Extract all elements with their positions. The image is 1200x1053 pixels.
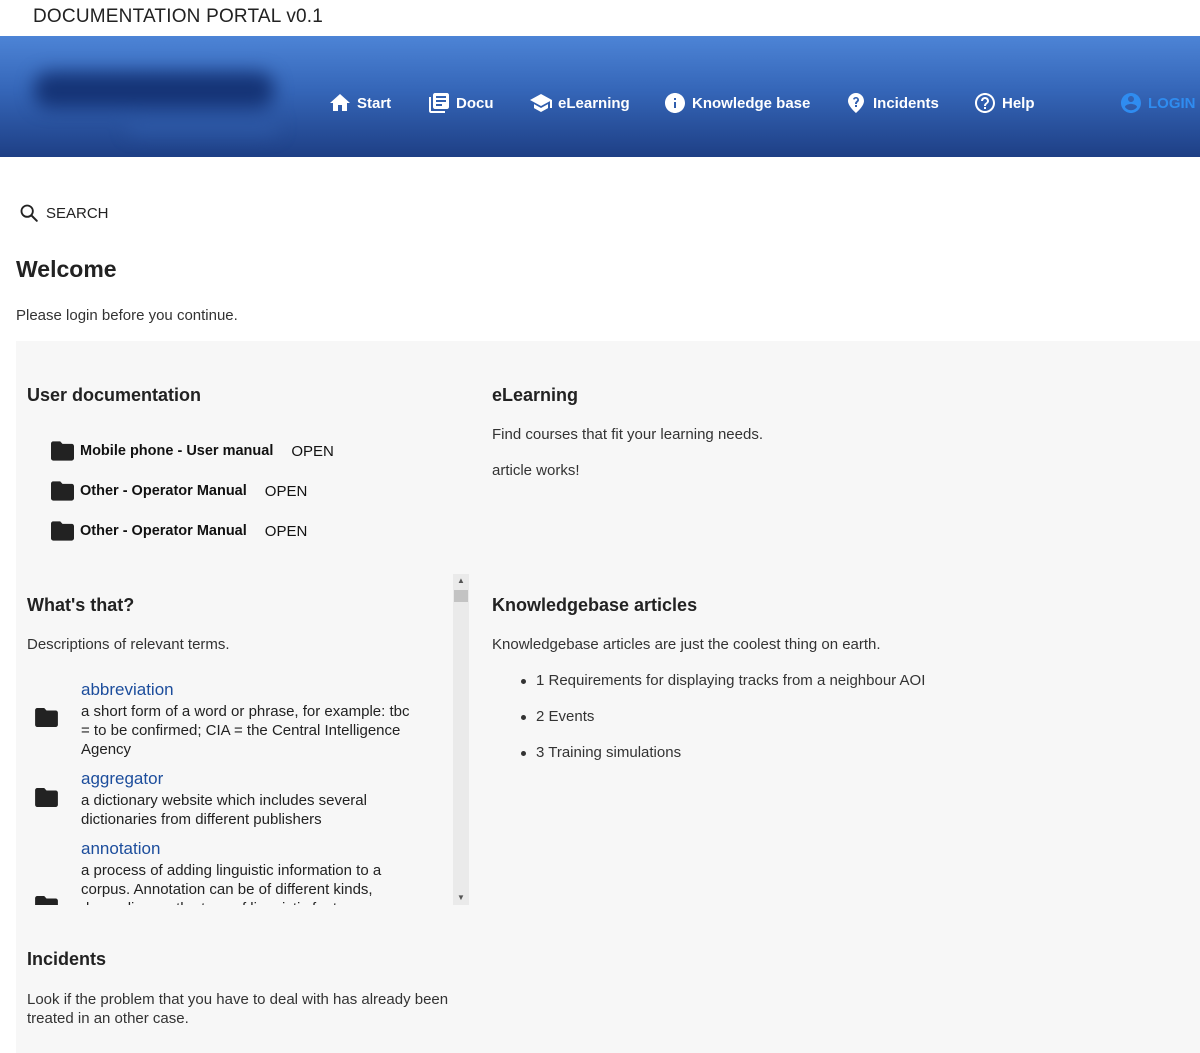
login-button[interactable]: LOGIN [1119, 88, 1196, 118]
nav-docu[interactable]: Docu [427, 88, 494, 118]
header-banner: Start Docu eLearning Knowledge base Inci… [0, 36, 1200, 157]
kb-article-link[interactable]: 2 Events [492, 707, 932, 727]
search-label: SEARCH [46, 204, 109, 222]
doc-item: Other - Operator Manual OPEN [51, 520, 307, 542]
elearning-title: eLearning [492, 385, 579, 405]
doc-open-button[interactable]: OPEN [265, 483, 308, 500]
search-icon [20, 204, 38, 222]
incidents-title: Incidents [27, 949, 107, 969]
info-icon [665, 93, 685, 113]
nav-docu-label: Docu [456, 94, 494, 112]
account-circle-icon [1121, 93, 1141, 113]
kb-article-link[interactable]: 3 Training simulations [492, 743, 932, 763]
kb-article-link[interactable]: 1 Requirements for displaying tracks fro… [492, 671, 932, 691]
doc-item: Other - Operator Manual OPEN [51, 480, 307, 502]
doc-open-button[interactable]: OPEN [265, 523, 308, 540]
main-nav: Start Docu eLearning Knowledge base Inci… [0, 88, 1200, 118]
terms-scrollbar[interactable]: ▲ ▼ [453, 574, 469, 905]
nav-start[interactable]: Start [328, 88, 391, 118]
term-link[interactable]: aggregator [81, 769, 163, 789]
knowledgebase-title: Knowledgebase articles [492, 595, 698, 615]
nav-help[interactable]: Help [973, 88, 1035, 118]
graduation-cap-icon [530, 94, 552, 112]
whats-that-text: Descriptions of relevant terms. [27, 636, 230, 653]
question-marker-icon [848, 93, 864, 113]
doc-name: Other - Operator Manual [80, 483, 247, 499]
elearning-note: article works! [492, 462, 580, 479]
search-button[interactable]: SEARCH [18, 201, 109, 225]
user-docs-title: User documentation [27, 385, 202, 405]
term-description: a dictionary website which includes seve… [81, 792, 367, 828]
elearning-text: Find courses that fit your learning need… [492, 426, 763, 443]
doc-open-button[interactable]: OPEN [291, 443, 334, 460]
nav-help-label: Help [1002, 94, 1035, 112]
nav-incidents-label: Incidents [873, 94, 939, 112]
doc-name: Other - Operator Manual [80, 523, 247, 539]
scroll-down-arrow-icon[interactable]: ▼ [453, 891, 469, 905]
term-description: a process of adding linguistic informati… [81, 862, 382, 905]
nav-incidents[interactable]: Incidents [844, 88, 939, 118]
login-label: LOGIN [1148, 94, 1196, 112]
knowledgebase-text: Knowledgebase articles are just the cool… [492, 636, 881, 653]
nav-knowledge-base[interactable]: Knowledge base [663, 88, 810, 118]
nav-start-label: Start [357, 94, 392, 112]
folder-icon [51, 521, 74, 541]
folder-icon [35, 788, 58, 807]
doc-item: Mobile phone - User manual OPEN [51, 440, 334, 462]
terms-scroll-list[interactable]: abbreviation a short form of a word or p… [16, 574, 469, 905]
nav-elearning-label: eLearning [558, 94, 630, 112]
help-circle-icon [975, 93, 995, 113]
nav-knowledge-label: Knowledge base [692, 94, 811, 112]
scroll-up-arrow-icon[interactable]: ▲ [453, 574, 469, 588]
folder-icon [51, 441, 74, 461]
folder-icon [35, 896, 58, 905]
home-icon [330, 94, 350, 111]
knowledgebase-list: 1 Requirements for displaying tracks fro… [492, 671, 932, 779]
term-link[interactable]: abbreviation [81, 680, 174, 700]
doc-name: Mobile phone - User manual [80, 443, 274, 459]
app-title: DOCUMENTATION PORTAL v0.1 [33, 6, 324, 27]
term-link[interactable]: annotation [81, 839, 160, 859]
welcome-heading: Welcome [16, 256, 117, 282]
incidents-text: Look if the problem that you have to dea… [27, 991, 449, 1027]
term-description: a short form of a word or phrase, for ex… [81, 703, 410, 758]
login-hint: Please login before you continue. [16, 307, 238, 324]
nav-elearning[interactable]: eLearning [529, 88, 630, 118]
dashboard-panel: User documentation Mobile phone - User m… [16, 341, 1200, 1053]
folder-icon [51, 481, 74, 501]
documents-icon [429, 93, 449, 113]
scroll-thumb[interactable] [454, 590, 468, 602]
folder-icon [35, 708, 58, 727]
